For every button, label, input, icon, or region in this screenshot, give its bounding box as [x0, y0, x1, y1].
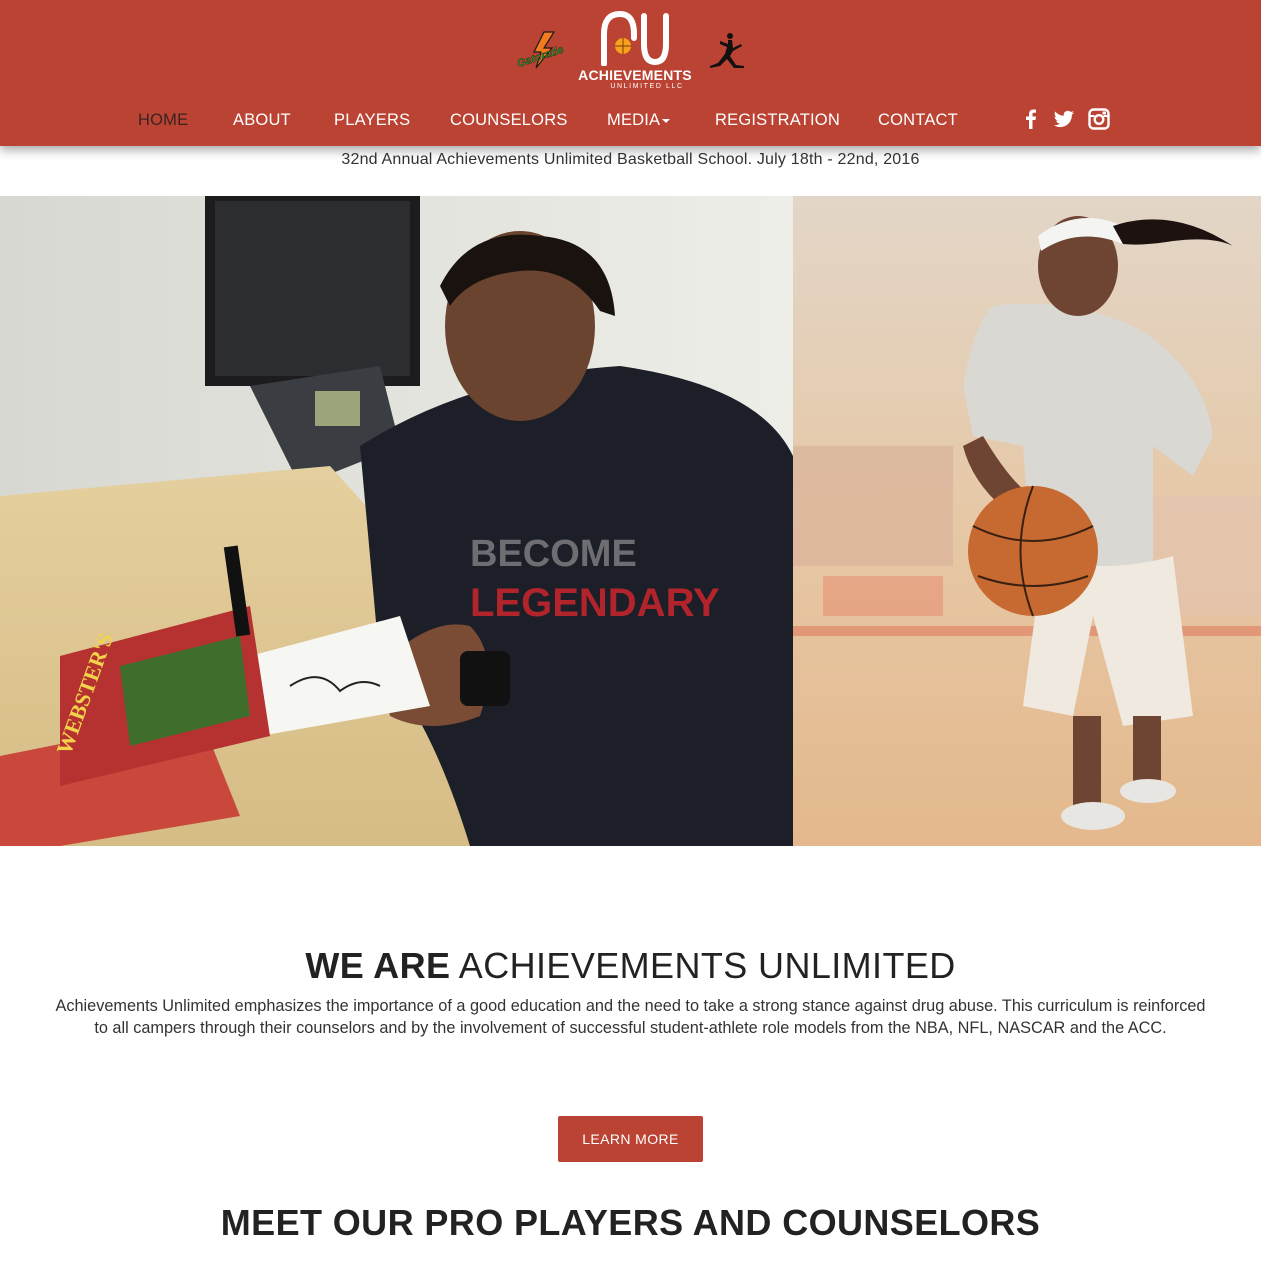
- hero-banner: BECOME LEGENDARY WEBSTER'S: [0, 196, 1261, 846]
- site-header: Gatorade ACHIEVEMENTS UNLIMITED LLC HOME…: [0, 0, 1261, 146]
- nav-item-counselors[interactable]: COUNSELORS: [450, 110, 568, 130]
- nav-item-media-label: MEDIA: [607, 111, 661, 129]
- hero-photo-dribbling: [793, 196, 1261, 846]
- nav-item-players[interactable]: PLAYERS: [334, 110, 410, 130]
- caret-down-icon: [662, 118, 671, 123]
- announcement-banner: 32nd Annual Achievements Unlimited Baske…: [341, 151, 920, 168]
- logo-wordmark: ACHIEVEMENTS: [578, 67, 692, 83]
- instagram-icon[interactable]: [1088, 108, 1110, 130]
- main-nav: HOME ABOUT PLAYERS COUNSELORS MEDIA REGI…: [0, 104, 1261, 136]
- twitter-icon[interactable]: [1053, 108, 1075, 130]
- gatorade-logo[interactable]: Gatorade: [514, 30, 566, 70]
- about-title-strong: WE ARE: [305, 945, 451, 986]
- svg-text:BECOME: BECOME: [470, 533, 637, 575]
- hero-photo-autograph: BECOME LEGENDARY WEBSTER'S: [0, 196, 793, 846]
- site-logo[interactable]: ACHIEVEMENTS UNLIMITED LLC: [570, 8, 700, 100]
- nav-item-contact[interactable]: CONTACT: [878, 110, 958, 130]
- logo-subwordmark: UNLIMITED LLC: [610, 83, 684, 90]
- svg-text:LEGENDARY: LEGENDARY: [470, 581, 720, 625]
- jordan-jumpman-logo[interactable]: [706, 32, 746, 70]
- nav-item-media[interactable]: MEDIA: [607, 110, 671, 130]
- brand-bar: Gatorade ACHIEVEMENTS UNLIMITED LLC: [0, 0, 1261, 100]
- players-section-title: MEET OUR PRO PLAYERS AND COUNSELORS: [220, 1202, 1041, 1243]
- au-logo-mark: [601, 10, 669, 66]
- nav-item-home[interactable]: HOME: [138, 110, 188, 130]
- about-title: WE ARE ACHIEVEMENTS UNLIMITED: [0, 944, 1261, 988]
- nav-item-about[interactable]: ABOUT: [233, 110, 291, 130]
- facebook-icon[interactable]: [1020, 108, 1042, 130]
- about-description: Achievements Unlimited emphasizes the im…: [55, 997, 1206, 1037]
- nav-item-registration[interactable]: REGISTRATION: [715, 110, 840, 130]
- learn-more-button[interactable]: LEARN MORE: [558, 1116, 703, 1162]
- about-title-rest: ACHIEVEMENTS UNLIMITED: [450, 945, 956, 986]
